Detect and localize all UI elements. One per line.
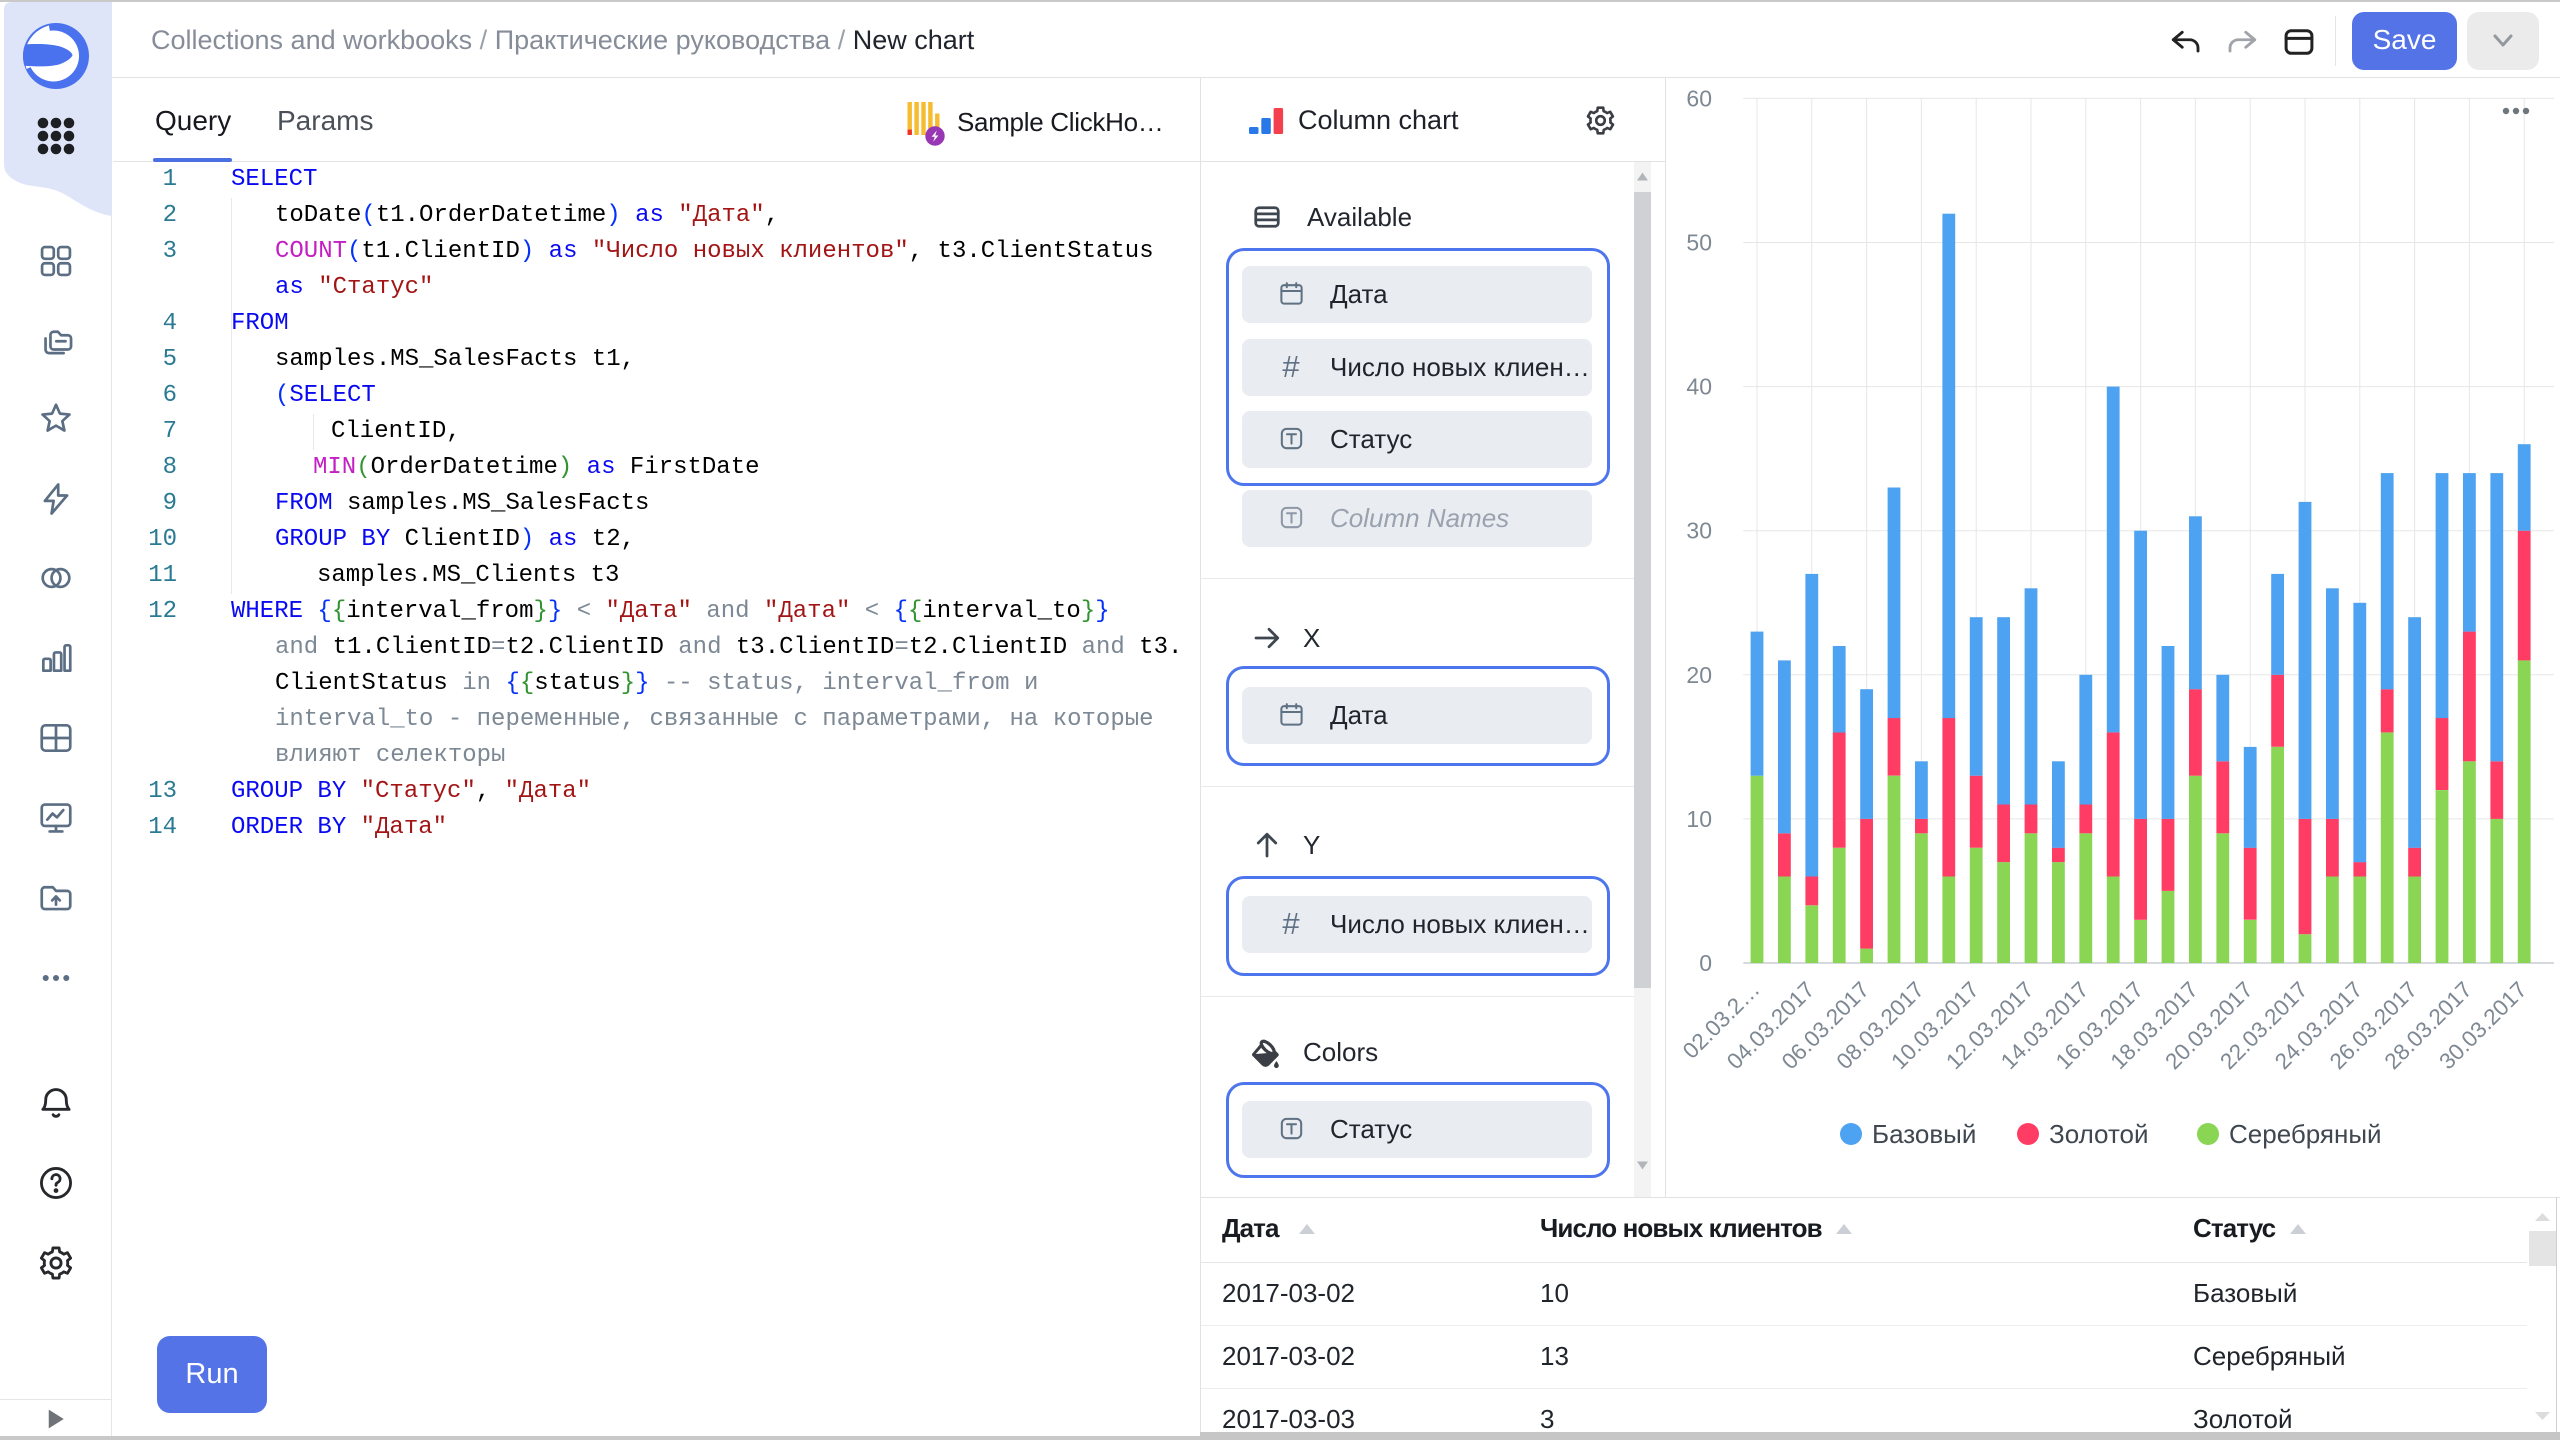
svg-text:50: 50: [1686, 230, 1712, 256]
svg-text:40: 40: [1686, 374, 1712, 400]
svg-text:0: 0: [1699, 950, 1712, 976]
svg-text:20: 20: [1686, 662, 1712, 688]
svg-text:10: 10: [1686, 806, 1712, 832]
svg-text:Серебряный: Серебряный: [2229, 1119, 2382, 1149]
svg-text:Золотой: Золотой: [2049, 1119, 2149, 1149]
svg-text:60: 60: [1686, 85, 1712, 111]
svg-text:Базовый: Базовый: [1872, 1119, 1976, 1149]
svg-text:30: 30: [1686, 518, 1712, 544]
